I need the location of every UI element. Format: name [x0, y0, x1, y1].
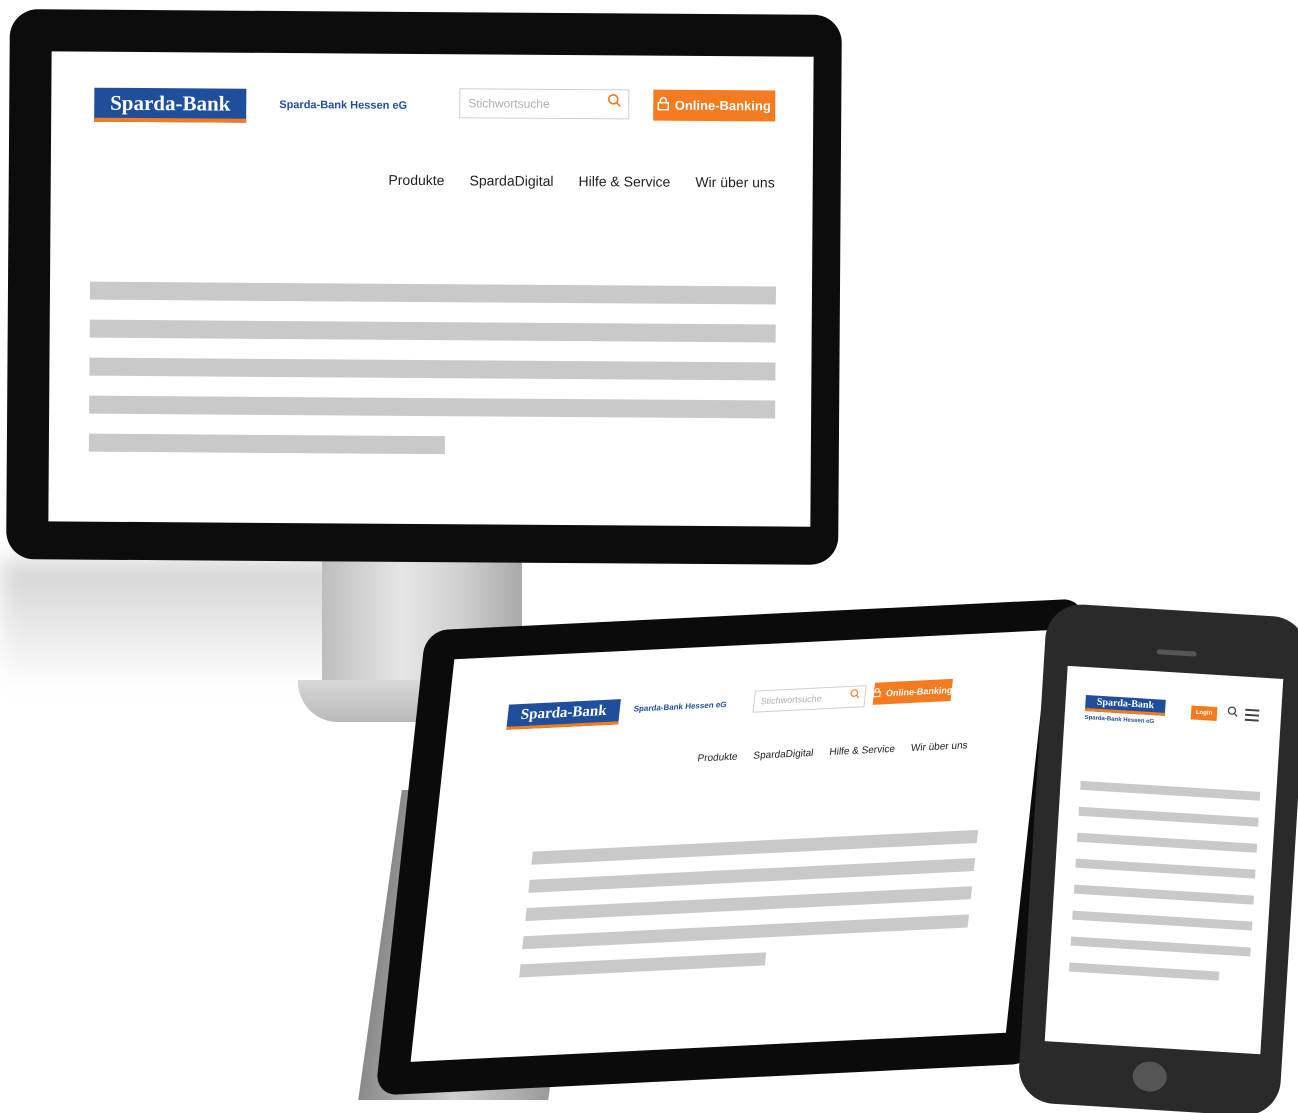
placeholder-text-line: [1069, 962, 1220, 981]
monitor-shadow: [0, 560, 360, 690]
placeholder-text-line: [519, 952, 767, 978]
placeholder-text-line: [528, 858, 976, 893]
phone-screen: Sparda-Bank Sparda-Bank Hessen eG Login: [1044, 665, 1284, 1055]
nav-item-spardadigital[interactable]: SpardaDigital: [469, 172, 553, 189]
placeholder-text-line: [1070, 936, 1251, 957]
nav-item-hilfe-service[interactable]: Hilfe & Service: [829, 744, 896, 758]
main-navigation: Produkte SpardaDigital Hilfe & Service W…: [697, 740, 968, 764]
placeholder-text-line: [1080, 780, 1261, 801]
sparda-bank-logo[interactable]: Sparda-Bank: [506, 699, 621, 730]
placeholder-text-line: [1076, 832, 1258, 853]
sparda-bank-logo[interactable]: Sparda-Bank: [94, 87, 247, 123]
placeholder-text-line: [1073, 884, 1254, 905]
phone-home-button[interactable]: [1131, 1060, 1168, 1093]
smartphone: Sparda-Bank Sparda-Bank Hessen eG Login: [1016, 602, 1298, 1113]
nav-item-produkte[interactable]: Produkte: [388, 172, 444, 188]
online-banking-button[interactable]: Online-Banking: [653, 89, 776, 122]
tablet-screen: Sparda-Bank Sparda-Bank Hessen eG Stichw…: [410, 630, 1050, 1062]
placeholder-text-line: [1072, 910, 1253, 931]
placeholder-text-line: [88, 433, 445, 455]
online-banking-label: Online-Banking: [674, 97, 771, 114]
phone-speaker: [1156, 649, 1197, 657]
placeholder-text-line: [531, 829, 979, 865]
bank-name: Sparda-Bank Hessen eG: [633, 699, 728, 714]
desktop-monitor: Sparda-Bank Sparda-Bank Hessen eG Stichw…: [6, 9, 842, 565]
placeholder-text-line: [89, 319, 776, 343]
login-button[interactable]: Login: [1190, 705, 1218, 722]
nav-item-wir-ueber-uns[interactable]: Wir über uns: [695, 174, 774, 191]
nav-item-wir-ueber-uns[interactable]: Wir über uns: [910, 740, 968, 754]
bank-name: Sparda-Bank Hessen eG: [1084, 714, 1155, 726]
search-icon[interactable]: [607, 93, 621, 111]
lock-icon: [657, 96, 670, 114]
nav-item-hilfe-service[interactable]: Hilfe & Service: [579, 173, 671, 190]
online-banking-button[interactable]: Online-Banking: [872, 678, 954, 705]
search-input[interactable]: Stichwortsuche: [459, 88, 630, 120]
bank-name: Sparda-Bank Hessen eG: [279, 98, 408, 112]
sparda-bank-logo[interactable]: Sparda-Bank: [1084, 694, 1166, 716]
search-icon[interactable]: [1227, 706, 1239, 721]
placeholder-text-line: [89, 395, 776, 419]
desktop-screen: Sparda-Bank Sparda-Bank Hessen eG Stichw…: [48, 51, 814, 527]
online-banking-label: Online-Banking: [885, 684, 954, 699]
placeholder-text-line: [1078, 806, 1259, 827]
placeholder-text-line: [89, 357, 776, 381]
placeholder-text-line: [522, 914, 970, 950]
placeholder-text-line: [89, 281, 777, 305]
main-navigation: Produkte SpardaDigital Hilfe & Service W…: [388, 172, 774, 191]
nav-item-spardadigital[interactable]: SpardaDigital: [753, 748, 814, 762]
lock-icon: [872, 687, 882, 699]
nav-item-produkte[interactable]: Produkte: [697, 751, 738, 764]
search-icon[interactable]: [849, 688, 860, 702]
tablet: Sparda-Bank Sparda-Bank Hessen eG Stichw…: [375, 598, 1085, 1096]
hamburger-menu-icon[interactable]: [1244, 708, 1260, 725]
placeholder-text-line: [1075, 858, 1256, 879]
placeholder-text-line: [525, 886, 973, 922]
